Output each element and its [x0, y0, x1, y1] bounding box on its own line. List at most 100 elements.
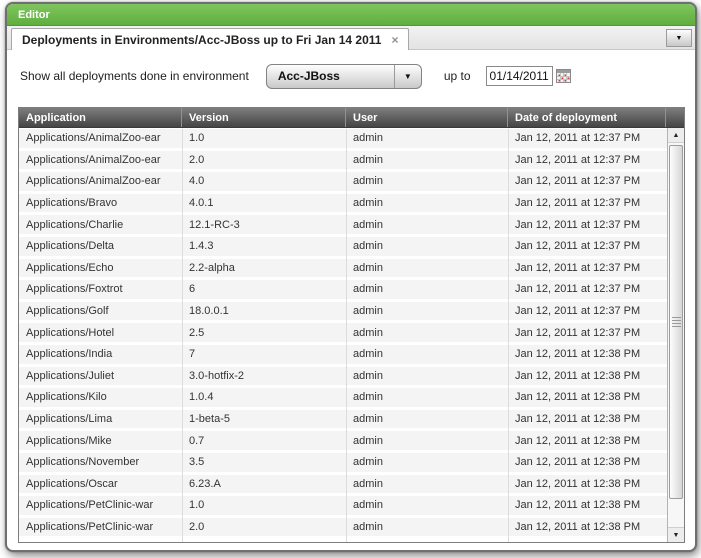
cell-user: admin [346, 453, 508, 472]
cell-user: admin [346, 367, 508, 386]
tab-deployments[interactable]: Deployments in Environments/Acc-JBoss up… [11, 28, 409, 50]
cell-application: Applications/Lima [19, 410, 182, 429]
table-row[interactable]: Applications/India 7 admin Jan 12, 2011 … [19, 345, 667, 367]
column-divider [346, 129, 347, 542]
cell-date: Jan 12, 2011 at 12:37 PM [508, 280, 667, 299]
cell-version: 2.2-alpha [182, 259, 346, 278]
cell-version: 1.0.4 [182, 388, 346, 407]
scroll-down-icon: ▼ [673, 532, 680, 539]
cell-application: Applications/PetClinic-war [19, 518, 182, 537]
cell-date: Jan 12, 2011 at 12:38 PM [508, 431, 667, 450]
table-row[interactable]: Applications/Golf 18.0.0.1 admin Jan 12,… [19, 302, 667, 324]
tab-strip: Deployments in Environments/Acc-JBoss up… [7, 26, 695, 50]
scroll-down-button[interactable]: ▼ [668, 527, 684, 542]
cell-version: 12.1-RC-3 [182, 215, 346, 234]
tab-close-icon[interactable]: × [391, 35, 398, 45]
cell-version: 1.0 [182, 496, 346, 515]
cell-user: admin [346, 388, 508, 407]
cell-user: admin [346, 280, 508, 299]
cell-user: admin [346, 151, 508, 170]
cell-application: Applications/AnimalZoo-ear [19, 129, 182, 148]
table-body: Applications/AnimalZoo-ear 1.0 admin Jan… [19, 129, 667, 542]
cell-user: admin [346, 345, 508, 364]
scrollbar-thumb[interactable] [669, 145, 683, 499]
table-row[interactable]: Applications/PetClinic-war 2.0 admin Jan… [19, 518, 667, 540]
cell-user: admin [346, 410, 508, 429]
table-row[interactable]: Applications/Foxtrot 6 admin Jan 12, 201… [19, 280, 667, 302]
cell-user: admin [346, 215, 508, 234]
deployments-table: Application Version User Date of deploym… [18, 107, 685, 543]
tab-overflow-button[interactable]: ▼ [666, 29, 692, 47]
scroll-up-button[interactable]: ▲ [668, 128, 684, 143]
table-row[interactable]: Applications/Bravo 4.0.1 admin Jan 12, 2… [19, 194, 667, 216]
filter-toolbar: Show all deployments done in environment… [7, 50, 695, 102]
chevron-down-icon: ▼ [676, 35, 683, 42]
column-header-date[interactable]: Date of deployment [508, 108, 666, 127]
cell-date: Jan 12, 2011 at 12:37 PM [508, 129, 667, 148]
cell-date: Jan 12, 2011 at 12:38 PM [508, 367, 667, 386]
table-row[interactable]: Applications/AnimalZoo-ear 4.0 admin Jan… [19, 172, 667, 194]
up-to-label: up to [444, 69, 471, 83]
titlebar: Editor [7, 4, 695, 26]
cell-version: 0.7 [182, 431, 346, 450]
cell-date: Jan 12, 2011 at 12:37 PM [508, 172, 667, 191]
cell-version: 18.0.0.1 [182, 302, 346, 321]
table-row[interactable]: Applications/PetClinic-war 1.0 admin Jan… [19, 496, 667, 518]
dropdown-arrow-icon: ▼ [394, 65, 421, 88]
table-row[interactable]: Applications/Charlie 12.1-RC-3 admin Jan… [19, 215, 667, 237]
cell-version: 2.5 [182, 323, 346, 342]
cell-date: Jan 12, 2011 at 12:38 PM [508, 410, 667, 429]
cell-application: Applications/India [19, 345, 182, 364]
cell-user: admin [346, 172, 508, 191]
environment-dropdown[interactable]: Acc-JBoss ▼ [266, 64, 422, 89]
cell-version: 6.23.A [182, 475, 346, 494]
cell-date: Jan 12, 2011 at 12:37 PM [508, 194, 667, 213]
table-row[interactable]: Applications/AnimalZoo-ear 2.0 admin Jan… [19, 151, 667, 173]
cell-version: 4.0.1 [182, 194, 346, 213]
column-header-application[interactable]: Application [19, 108, 182, 127]
cell-date: Jan 12, 2011 at 12:38 PM [508, 345, 667, 364]
cell-version: 1-beta-5 [182, 410, 346, 429]
vertical-scrollbar[interactable]: ▲ ▼ [667, 128, 684, 542]
table-row[interactable]: Applications/Mike 0.7 admin Jan 12, 2011… [19, 431, 667, 453]
date-input[interactable] [486, 66, 553, 86]
table-row[interactable]: Applications/Hotel 2.5 admin Jan 12, 201… [19, 323, 667, 345]
cell-user: admin [346, 259, 508, 278]
table-row[interactable]: Applications/AnimalZoo-ear 1.0 admin Jan… [19, 129, 667, 151]
cell-version: 7 [182, 345, 346, 364]
cell-application: Applications/Hotel [19, 323, 182, 342]
window-title: Editor [18, 9, 50, 21]
tab-label: Deployments in Environments/Acc-JBoss up… [22, 33, 381, 47]
cell-application: Applications/Kilo [19, 388, 182, 407]
table-row[interactable]: Applications/Lima 1-beta-5 admin Jan 12,… [19, 410, 667, 432]
cell-application: Applications/Delta [19, 237, 182, 256]
table-header-row: Application Version User Date of deploym… [19, 108, 684, 128]
cell-date: Jan 12, 2011 at 12:37 PM [508, 259, 667, 278]
table-row[interactable]: Applications/Juliet 3.0-hotfix-2 admin J… [19, 367, 667, 389]
cell-version: 4.0 [182, 172, 346, 191]
cell-application: Applications/Charlie [19, 215, 182, 234]
table-row[interactable]: Applications/Oscar 6.23.A admin Jan 12, … [19, 475, 667, 497]
editor-window: Editor Deployments in Environments/Acc-J… [5, 2, 697, 552]
column-header-version[interactable]: Version [182, 108, 346, 127]
cell-user: admin [346, 518, 508, 537]
cell-date: Jan 12, 2011 at 12:38 PM [508, 475, 667, 494]
table-row[interactable]: Applications/Delta 1.4.3 admin Jan 12, 2… [19, 237, 667, 259]
column-header-user[interactable]: User [346, 108, 508, 127]
column-divider [508, 129, 509, 542]
cell-date: Jan 12, 2011 at 12:38 PM [508, 388, 667, 407]
cell-date: Jan 12, 2011 at 12:37 PM [508, 237, 667, 256]
cell-version: 3.5 [182, 453, 346, 472]
table-row[interactable]: Applications/Kilo 1.0.4 admin Jan 12, 20… [19, 388, 667, 410]
calendar-button[interactable] [556, 69, 571, 83]
cell-application: Applications/Echo [19, 259, 182, 278]
cell-application: Applications/Juliet [19, 367, 182, 386]
table-row[interactable]: Applications/Echo 2.2-alpha admin Jan 12… [19, 259, 667, 281]
table-row[interactable]: Applications/November 3.5 admin Jan 12, … [19, 453, 667, 475]
environment-filter-label: Show all deployments done in environment [20, 69, 249, 83]
cell-user: admin [346, 129, 508, 148]
cell-application: Applications/PetClinic-war [19, 496, 182, 515]
cell-user: admin [346, 194, 508, 213]
cell-version: 3.0-hotfix-2 [182, 367, 346, 386]
cell-version: 2.0 [182, 151, 346, 170]
